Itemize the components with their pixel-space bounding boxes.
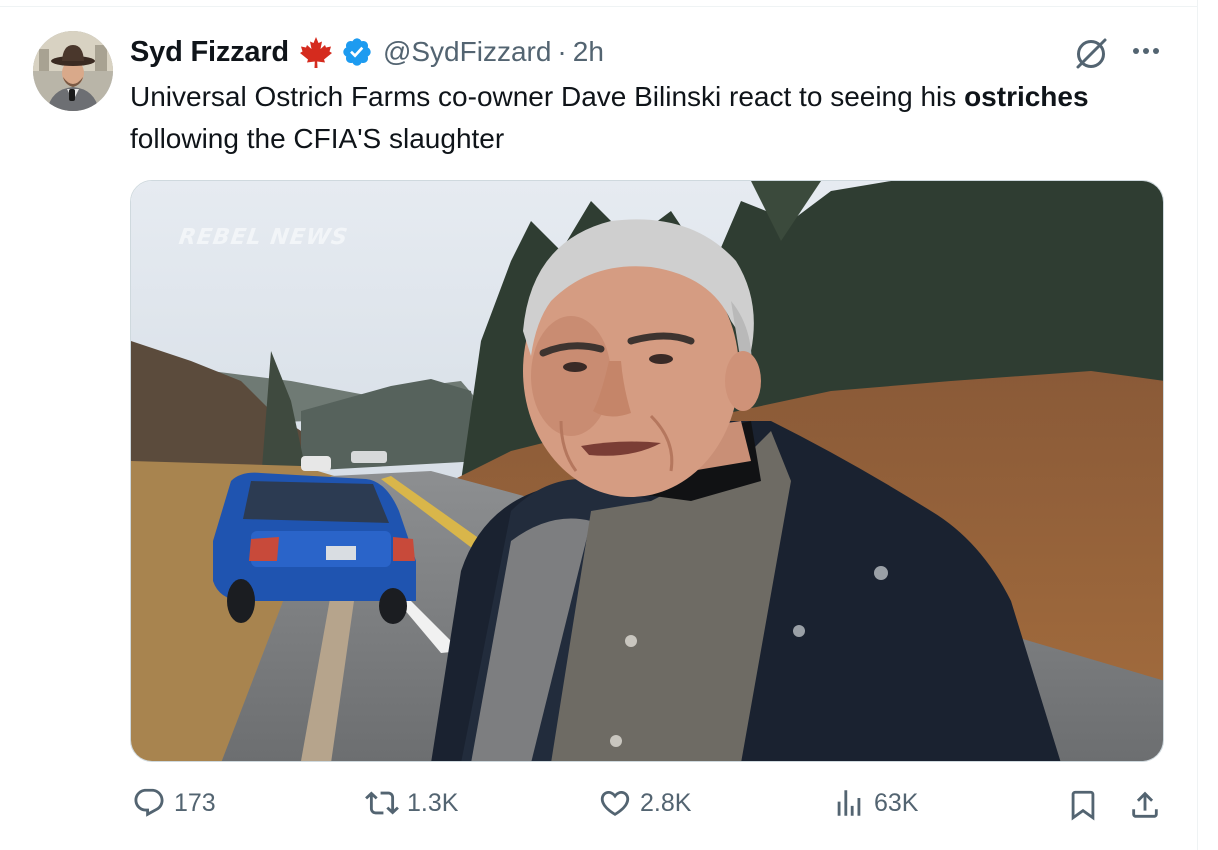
reply-count: 173 <box>174 788 216 817</box>
author-avatar[interactable] <box>33 31 113 111</box>
top-divider <box>0 0 1198 7</box>
tweet-action-bar: 173 1.3K 2.8K 63K <box>0 780 1198 836</box>
separator-dot: · <box>557 36 567 67</box>
avatar-image <box>33 31 113 111</box>
repost-icon <box>365 791 399 815</box>
like-count: 2.8K <box>640 788 692 817</box>
reply-button[interactable]: 173 <box>132 786 216 820</box>
tweet-header: Syd Fizzard @SydFizzard · 2h <box>130 30 604 74</box>
share-icon <box>1132 791 1158 818</box>
tweet-video[interactable]: REBEL NEWS <box>130 180 1164 762</box>
video-watermark: REBEL NEWS <box>177 225 350 250</box>
views-button[interactable]: 63K <box>832 786 918 820</box>
repost-count: 1.3K <box>407 788 459 817</box>
bookmark-icon <box>1071 790 1095 821</box>
bookmark-button[interactable] <box>1066 788 1100 827</box>
share-button[interactable] <box>1128 788 1162 827</box>
canada-maple-leaf-icon <box>299 35 333 69</box>
right-divider <box>1197 0 1198 850</box>
more-icon[interactable] <box>1128 36 1164 66</box>
video-frame <box>131 181 1163 761</box>
verified-badge-icon[interactable] <box>341 36 373 68</box>
views-icon <box>837 790 861 816</box>
like-icon <box>600 790 630 816</box>
reply-icon <box>134 788 164 817</box>
tweet-text-bold: ostriches <box>964 81 1089 112</box>
grok-icon[interactable] <box>1072 33 1112 73</box>
tweet-text: Universal Ostrich Farms co-owner Dave Bi… <box>130 76 1170 160</box>
author-handle[interactable]: @SydFizzard <box>383 36 551 68</box>
like-button[interactable]: 2.8K <box>598 786 691 820</box>
author-display-name[interactable]: Syd Fizzard <box>130 36 289 69</box>
tweet-timestamp[interactable]: 2h <box>573 36 604 68</box>
views-count: 63K <box>874 788 919 817</box>
repost-button[interactable]: 1.3K <box>365 786 458 820</box>
tweet-text-part2: following the CFIA'S slaughter <box>130 123 505 154</box>
tweet-text-part1: Universal Ostrich Farms co-owner Dave Bi… <box>130 81 965 112</box>
